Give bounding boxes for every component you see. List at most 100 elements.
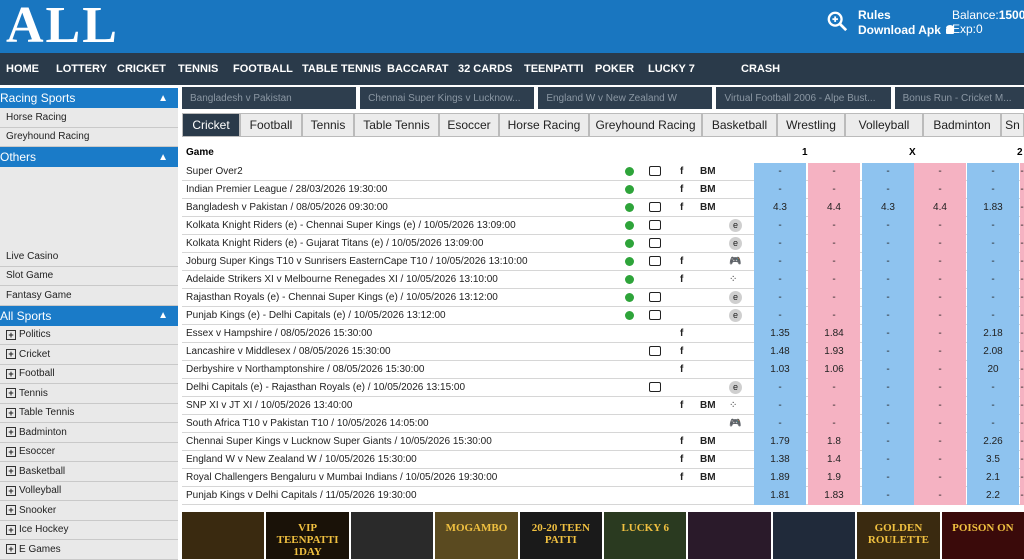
lay-odds-cell[interactable]: -	[1020, 253, 1024, 271]
lay-odds-cell[interactable]: -	[1020, 289, 1024, 307]
back-odds-cell[interactable]: -	[967, 271, 1019, 289]
lay-odds-cell[interactable]: -	[1020, 433, 1024, 451]
table-row[interactable]: Punjab Kings (e) - Delhi Capitals (e) / …	[182, 307, 1024, 325]
back-odds-cell[interactable]: -	[754, 163, 806, 181]
download-apk-link[interactable]: Download Apk	[858, 23, 955, 38]
back-odds-cell[interactable]: 2.08	[967, 343, 1019, 361]
sidebar-section-others[interactable]: Others ▲	[0, 147, 178, 167]
lay-odds-cell[interactable]: -	[808, 379, 860, 397]
back-odds-cell[interactable]: -	[862, 253, 914, 271]
sidebar-item-e-games[interactable]: + E Games	[0, 540, 178, 560]
back-odds-cell[interactable]: 1.89	[754, 469, 806, 487]
sidebar-item-esoccer[interactable]: + Esoccer	[0, 442, 178, 462]
site-logo[interactable]: ALL	[6, 0, 119, 55]
back-odds-cell[interactable]: -	[754, 397, 806, 415]
table-row[interactable]: Chennai Super Kings v Lucknow Super Gian…	[182, 433, 1024, 451]
sidebar-item-greyhound-racing[interactable]: Greyhound Racing	[0, 127, 178, 147]
ticker-item[interactable]: Virtual Football 2006 - Alpe Bust...	[716, 87, 891, 109]
back-odds-cell[interactable]: 2.1	[967, 469, 1019, 487]
lay-odds-cell[interactable]: -	[914, 379, 966, 397]
table-row[interactable]: Royal Challengers Bengaluru v Mumbai Ind…	[182, 469, 1024, 487]
search-icon[interactable]	[826, 10, 848, 32]
table-row[interactable]: Punjab Kings v Delhi Capitals / 11/05/20…	[182, 487, 1024, 505]
lay-odds-cell[interactable]: -	[1020, 325, 1024, 343]
lay-odds-cell[interactable]: 1.9	[808, 469, 860, 487]
back-odds-cell[interactable]: -	[862, 487, 914, 505]
lay-odds-cell[interactable]: -	[1020, 163, 1024, 181]
event-name[interactable]: SNP XI v JT XI / 10/05/2026 13:40:00	[186, 400, 352, 411]
event-name[interactable]: Rajasthan Royals (e) - Chennai Super Kin…	[186, 292, 498, 303]
back-odds-cell[interactable]: 4.3	[754, 199, 806, 217]
event-name[interactable]: Punjab Kings v Delhi Capitals / 11/05/20…	[186, 490, 417, 501]
back-odds-cell[interactable]: -	[967, 397, 1019, 415]
event-name[interactable]: Essex v Hampshire / 08/05/2026 15:30:00	[186, 328, 372, 339]
lay-odds-cell[interactable]: -	[914, 361, 966, 379]
back-odds-cell[interactable]: -	[754, 217, 806, 235]
casino-game-tile[interactable]: LUCKY 6	[604, 512, 687, 559]
table-row[interactable]: SNP XI v JT XI / 10/05/2026 13:40:00 f BM ⁘…	[182, 397, 1024, 415]
nav-item-lucky-7[interactable]: LUCKY 7	[648, 63, 695, 75]
lay-odds-cell[interactable]: -	[914, 307, 966, 325]
sidebar-item-snooker[interactable]: + Snooker	[0, 501, 178, 521]
back-odds-cell[interactable]: 1.03	[754, 361, 806, 379]
casino-game-tile[interactable]: GOLDEN ROULETTE	[857, 512, 940, 559]
lay-odds-cell[interactable]: -	[914, 253, 966, 271]
tab-cricket[interactable]: Cricket	[182, 113, 240, 137]
tab-basketball[interactable]: Basketball	[702, 113, 777, 137]
sidebar-item-ice-hockey[interactable]: + Ice Hockey	[0, 520, 178, 540]
table-row[interactable]: Lancashire v Middlesex / 08/05/2026 15:3…	[182, 343, 1024, 361]
lay-odds-cell[interactable]: -	[1020, 217, 1024, 235]
lay-odds-cell[interactable]: -	[1020, 235, 1024, 253]
lay-odds-cell[interactable]: -	[914, 415, 966, 433]
lay-odds-cell[interactable]: 1.84	[808, 325, 860, 343]
lay-odds-cell[interactable]: -	[914, 487, 966, 505]
sidebar-section-racing[interactable]: Racing Sports ▲	[0, 88, 178, 108]
event-name[interactable]: Super Over2	[186, 166, 243, 177]
nav-item-32-cards[interactable]: 32 CARDS	[458, 63, 512, 75]
event-name[interactable]: Royal Challengers Bengaluru v Mumbai Ind…	[186, 472, 497, 483]
back-odds-cell[interactable]: -	[967, 217, 1019, 235]
lay-odds-cell[interactable]: -	[808, 415, 860, 433]
lay-odds-cell[interactable]: -	[808, 397, 860, 415]
table-row[interactable]: Super Over2 f BM - - - - - -	[182, 163, 1024, 181]
lay-odds-cell[interactable]: 1.8	[808, 433, 860, 451]
back-odds-cell[interactable]: -	[967, 307, 1019, 325]
casino-game-tile[interactable]: VIP TEENPATTI 1DAY	[266, 512, 349, 559]
back-odds-cell[interactable]: -	[967, 253, 1019, 271]
back-odds-cell[interactable]: -	[862, 451, 914, 469]
nav-item-lottery[interactable]: LOTTERY	[56, 63, 107, 75]
lay-odds-cell[interactable]: -	[808, 163, 860, 181]
tab-sn[interactable]: Sn	[1001, 113, 1024, 137]
back-odds-cell[interactable]: 1.79	[754, 433, 806, 451]
back-odds-cell[interactable]: -	[862, 397, 914, 415]
lay-odds-cell[interactable]: -	[1020, 379, 1024, 397]
sidebar-item-tennis[interactable]: + Tennis	[0, 384, 178, 404]
table-row[interactable]: Essex v Hampshire / 08/05/2026 15:30:00 f…	[182, 325, 1024, 343]
back-odds-cell[interactable]: -	[754, 307, 806, 325]
back-odds-cell[interactable]: -	[862, 181, 914, 199]
casino-game-tile[interactable]	[772, 512, 856, 559]
event-name[interactable]: Kolkata Knight Riders (e) - Chennai Supe…	[186, 220, 516, 231]
back-odds-cell[interactable]: -	[862, 469, 914, 487]
tab-esoccer[interactable]: Esoccer	[439, 113, 499, 137]
lay-odds-cell[interactable]: -	[808, 181, 860, 199]
ticker-item[interactable]: England W v New Zealand W	[538, 87, 713, 109]
lay-odds-cell[interactable]: 4.4	[914, 199, 966, 217]
back-odds-cell[interactable]: -	[754, 379, 806, 397]
lay-odds-cell[interactable]: -	[1020, 307, 1024, 325]
lay-odds-cell[interactable]: 1.93	[808, 343, 860, 361]
ticker-item[interactable]: Bonus Run - Cricket M...	[894, 87, 1024, 109]
lay-odds-cell[interactable]: -	[1020, 451, 1024, 469]
nav-item-cricket[interactable]: CRICKET	[117, 63, 166, 75]
table-row[interactable]: Kolkata Knight Riders (e) - Gujarat Tita…	[182, 235, 1024, 253]
lay-odds-cell[interactable]: 1.83	[808, 487, 860, 505]
back-odds-cell[interactable]: -	[754, 271, 806, 289]
back-odds-cell[interactable]: -	[754, 181, 806, 199]
sidebar-item-football[interactable]: + Football	[0, 364, 178, 384]
lay-odds-cell[interactable]: -	[914, 217, 966, 235]
nav-item-table-tennis[interactable]: TABLE TENNIS	[302, 63, 381, 75]
sidebar-item-slot-game[interactable]: Slot Game	[0, 266, 178, 286]
back-odds-cell[interactable]: -	[754, 253, 806, 271]
lay-odds-cell[interactable]: -	[1020, 487, 1024, 505]
back-odds-cell[interactable]: -	[754, 289, 806, 307]
